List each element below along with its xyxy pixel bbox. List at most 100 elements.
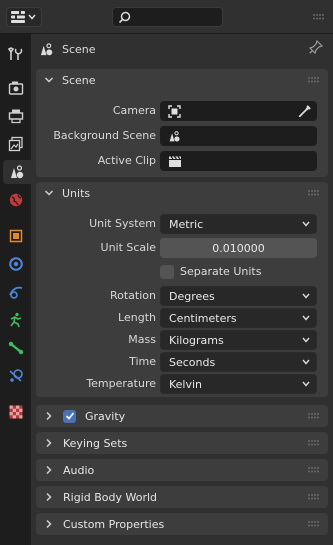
tab-physics[interactable] (3, 308, 28, 332)
gravity-title: Gravity (85, 409, 126, 423)
checkmark-icon (65, 412, 74, 420)
tab-scene[interactable] (3, 160, 31, 184)
tab-texture[interactable] (3, 400, 28, 424)
units-panel-header[interactable]: Units (36, 182, 328, 204)
temperature-value: Kelvin (169, 377, 203, 391)
drag-handle-icon[interactable] (308, 440, 320, 446)
editor-type-button[interactable] (6, 7, 42, 27)
mass-label: Mass (128, 333, 156, 346)
tab-constraints[interactable] (3, 336, 28, 360)
chevron-right-icon (46, 465, 52, 475)
active-clip-row: Active Clip (36, 151, 328, 171)
unit-system-label: Unit System (89, 217, 156, 230)
rigid-body-world-panel-header[interactable]: Rigid Body World (36, 486, 328, 508)
unit-system-value: Metric (169, 217, 204, 231)
chevron-down-icon (44, 77, 54, 83)
chevron-right-icon (46, 438, 52, 448)
scene-icon (169, 130, 180, 142)
background-scene-field[interactable] (160, 126, 317, 146)
mass-dropdown[interactable]: Kilograms (160, 330, 317, 350)
properties-main: Scene Scene Camera Background Scene Acti… (31, 34, 333, 545)
context-title: Scene (62, 42, 96, 56)
tab-object[interactable] (3, 224, 28, 248)
temperature-label: Temperature (86, 377, 156, 390)
chevron-right-icon (46, 411, 52, 421)
drag-handle-icon[interactable] (308, 467, 320, 473)
time-value: Seconds (169, 355, 216, 369)
tab-world[interactable] (3, 188, 28, 212)
scene-panel: Scene Camera Background Scene Active Cli… (36, 69, 328, 177)
scene-panel-header[interactable]: Scene (36, 69, 328, 91)
drag-handle-icon[interactable] (308, 77, 320, 83)
drag-handle-icon[interactable] (313, 14, 325, 20)
tab-view-layer[interactable] (3, 132, 28, 156)
tab-data[interactable] (3, 364, 28, 388)
unit-scale-value: 0.010000 (212, 241, 265, 255)
rigid-body-world-title: Rigid Body World (63, 490, 158, 504)
time-dropdown[interactable]: Seconds (160, 352, 317, 372)
chevron-down-icon (44, 190, 54, 196)
rotation-dropdown[interactable]: Degrees (160, 286, 317, 306)
tab-tool[interactable] (3, 42, 28, 66)
keying-sets-panel-header[interactable]: Keying Sets (36, 432, 328, 454)
audio-title: Audio (63, 463, 95, 477)
eyedropper-icon[interactable] (298, 104, 312, 118)
drag-handle-icon[interactable] (308, 190, 320, 196)
tab-render[interactable] (3, 76, 28, 100)
chevron-down-icon (302, 293, 310, 299)
rotation-label: Rotation (109, 289, 156, 302)
particles-tab-icon (8, 286, 22, 299)
view-layer-tab-icon (8, 136, 23, 152)
movie-clip-icon (169, 155, 181, 167)
search-input[interactable] (112, 7, 223, 27)
scene-panel-title: Scene (62, 73, 96, 87)
drag-handle-icon[interactable] (308, 413, 320, 419)
data-tab-icon (8, 369, 23, 382)
unit-scale-field[interactable]: 0.010000 (160, 238, 317, 258)
search-icon (118, 11, 131, 23)
separate-units-checkbox[interactable] (160, 265, 174, 279)
length-dropdown[interactable]: Centimeters (160, 308, 317, 328)
chevron-right-icon (46, 519, 52, 529)
active-clip-field[interactable] (160, 151, 317, 171)
gravity-panel-header[interactable]: Gravity (36, 405, 328, 427)
physics-tab-icon (9, 312, 21, 328)
constraints-tab-icon (8, 341, 23, 355)
drag-handle-icon[interactable] (308, 494, 320, 500)
audio-panel-header[interactable]: Audio (36, 459, 328, 481)
chevron-down-icon (28, 14, 36, 20)
output-tab-icon (8, 109, 23, 124)
time-row: Time Seconds (36, 352, 328, 372)
custom-properties-panel-header[interactable]: Custom Properties (36, 513, 328, 535)
camera-label: Camera (112, 104, 156, 117)
tab-output[interactable] (3, 104, 28, 128)
camera-object-icon (168, 104, 181, 118)
background-scene-label: Background Scene (53, 129, 156, 142)
active-clip-label: Active Clip (97, 154, 156, 167)
chevron-down-icon (302, 221, 310, 227)
temperature-dropdown[interactable]: Kelvin (160, 374, 317, 394)
editor-header (0, 0, 333, 34)
pin-icon[interactable] (309, 40, 323, 54)
chevron-down-icon (302, 337, 310, 343)
unit-scale-row: Unit Scale 0.010000 (36, 238, 328, 258)
length-row: Length Centimeters (36, 308, 328, 328)
unit-system-row: Unit System Metric (36, 214, 328, 234)
units-panel: Units Unit System Metric Unit Scale 0.01… (36, 182, 328, 397)
chevron-down-icon (302, 381, 310, 387)
gravity-checkbox[interactable] (63, 409, 76, 423)
background-scene-row: Background Scene (36, 126, 328, 146)
camera-field[interactable] (160, 101, 317, 121)
tab-modifiers[interactable] (3, 252, 28, 276)
properties-tab-strip (0, 34, 31, 545)
length-value: Centimeters (169, 311, 237, 325)
render-tab-icon (8, 81, 23, 95)
unit-system-dropdown[interactable]: Metric (160, 214, 317, 234)
mass-row: Mass Kilograms (36, 330, 328, 350)
texture-tab-icon (9, 405, 22, 419)
separate-units-row: Separate Units (36, 262, 328, 282)
temperature-row: Temperature Kelvin (36, 374, 328, 394)
drag-handle-icon[interactable] (308, 521, 320, 527)
tab-particles[interactable] (3, 280, 28, 304)
units-panel-title: Units (62, 186, 91, 200)
